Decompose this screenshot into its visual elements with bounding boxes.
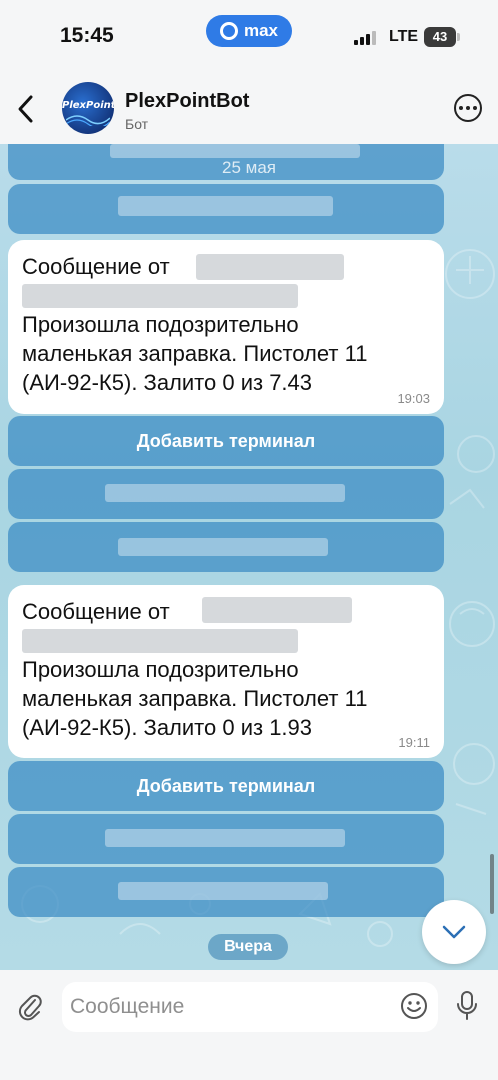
date-separator: Вчера [208, 934, 288, 960]
message-line: (АИ-92-К5). Залито 0 из 1.93 [22, 715, 313, 740]
emoji-icon[interactable] [400, 992, 428, 1020]
max-logo-icon [219, 22, 238, 40]
add-terminal-button[interactable]: Добавить терминал [8, 761, 444, 811]
message-bubble[interactable]: Сообщение от Произошла подозрительно мал… [8, 240, 444, 414]
blurred-text [105, 484, 345, 502]
status-bar: 15:45 max LTE 43 [0, 0, 498, 72]
message-line: маленькая заправка. Пистолет 11 [22, 341, 368, 366]
blurred-text [105, 829, 345, 847]
chat-header: PlexPoint PlexPointBot Бот [0, 72, 498, 144]
max-app-pill[interactable]: max [206, 15, 292, 47]
more-icon[interactable] [454, 94, 482, 122]
max-pill-label: max [243, 21, 279, 40]
signal-icon [354, 31, 376, 45]
chat-subtitle: Бот [125, 116, 149, 132]
avatar[interactable]: PlexPoint [62, 82, 114, 134]
message-line: Произошла подозрительно [22, 312, 299, 337]
message-composer [0, 970, 498, 1080]
network-type: LTE [389, 28, 419, 45]
message-line: (АИ-92-К5). Залито 0 из 7.43 [22, 370, 313, 395]
message-list[interactable]: 25 мая Сообщение от Произошла подозрител… [0, 144, 498, 970]
date-separator-top: 25 мая [222, 158, 276, 177]
chevron-down-icon [442, 925, 466, 939]
add-terminal-button[interactable]: Добавить терминал [8, 416, 444, 466]
mic-icon[interactable] [455, 990, 479, 1022]
scrollbar[interactable] [490, 854, 494, 914]
status-time: 15:45 [60, 24, 114, 47]
redacted-sender [202, 597, 352, 623]
blurred-text [118, 538, 328, 556]
redacted-sender [22, 629, 298, 653]
message-input[interactable] [62, 982, 438, 1032]
avatar-logo-text: PlexPoint [62, 100, 114, 111]
battery-icon: 43 [424, 27, 460, 47]
blurred-text [118, 196, 333, 216]
message-time: 19:11 [398, 735, 430, 750]
chat-title[interactable]: PlexPointBot [125, 90, 249, 113]
message-time: 19:03 [397, 391, 430, 406]
redacted-sender [196, 254, 344, 280]
message-line: маленькая заправка. Пистолет 11 [22, 686, 368, 711]
blurred-text [110, 144, 360, 158]
blurred-text [118, 882, 328, 900]
message-bubble[interactable]: Сообщение от Произошла подозрительно мал… [8, 585, 444, 758]
wave-icon [66, 115, 110, 126]
message-line: Произошла подозрительно [22, 657, 299, 682]
back-icon[interactable] [14, 94, 38, 124]
scroll-down-button[interactable] [422, 900, 486, 964]
redacted-sender [22, 284, 298, 308]
attach-icon[interactable] [18, 992, 42, 1022]
